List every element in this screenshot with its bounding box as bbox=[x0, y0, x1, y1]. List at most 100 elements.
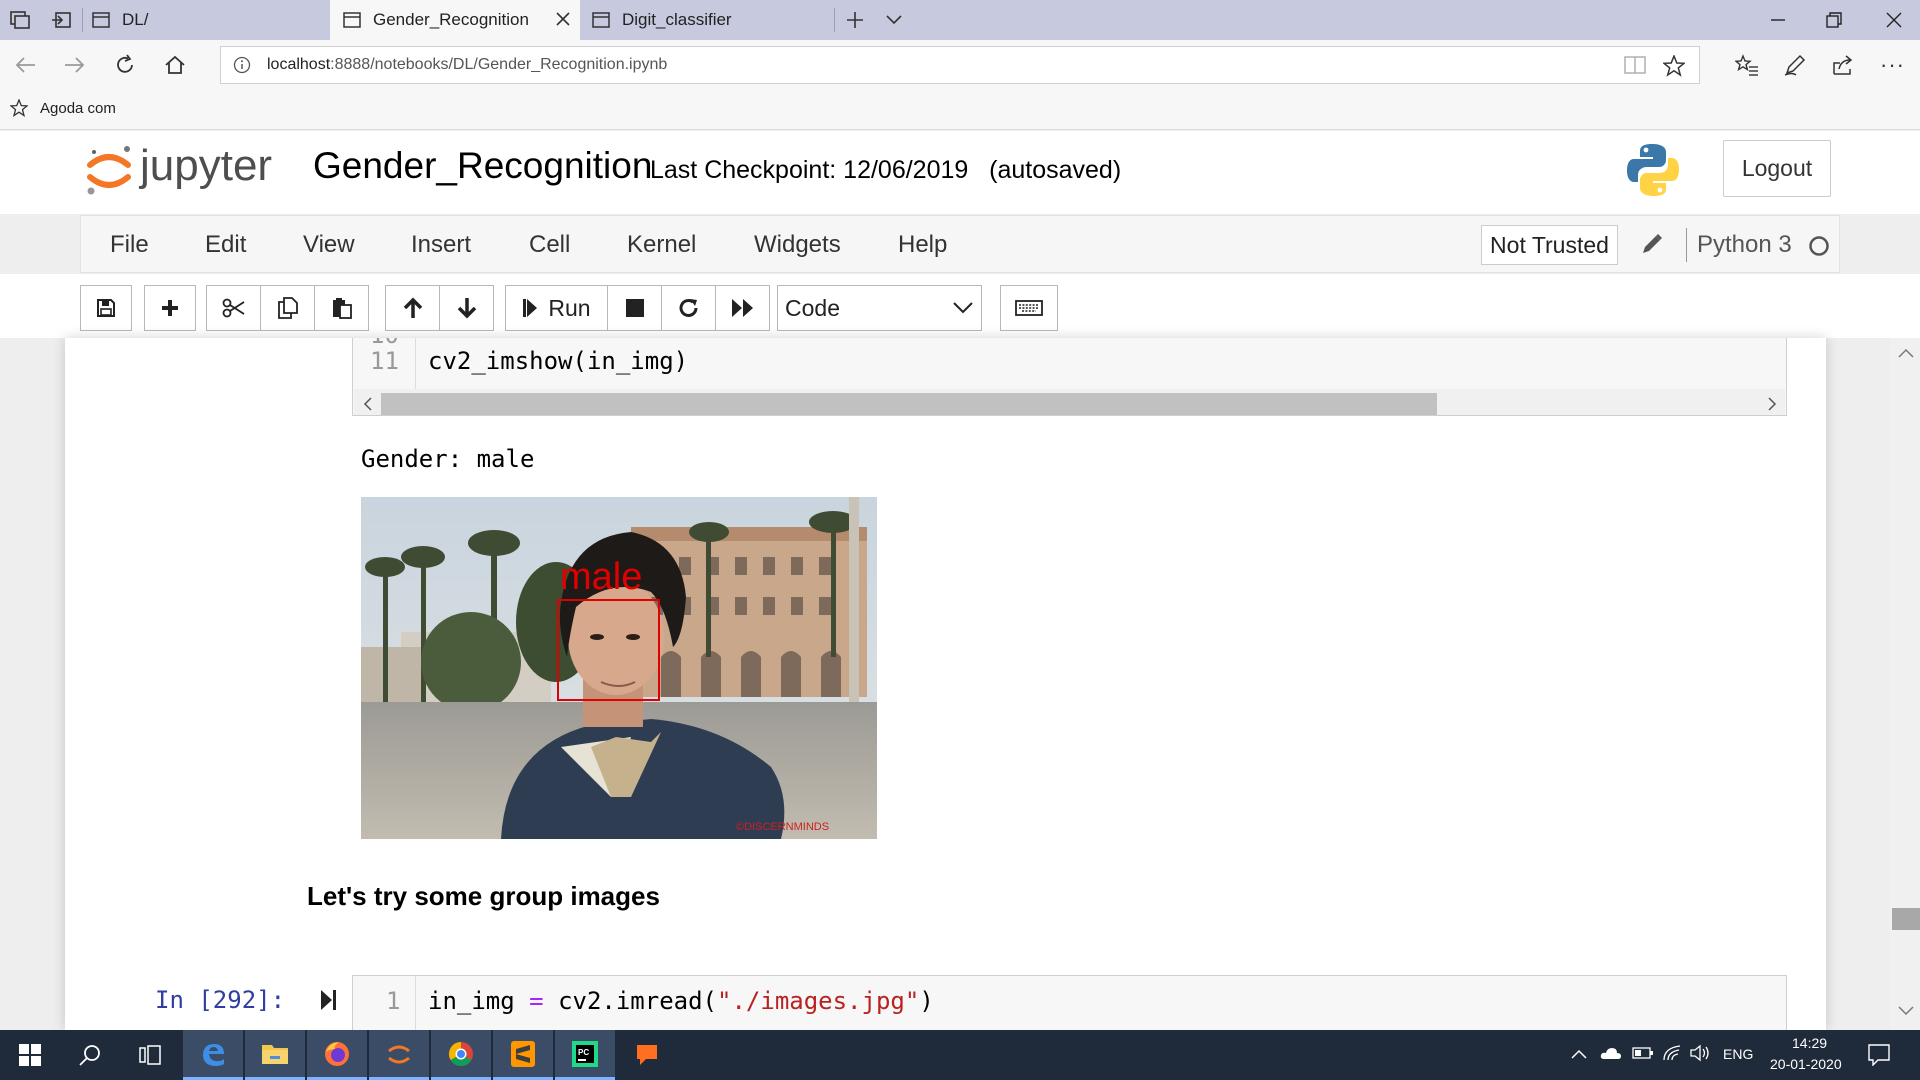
favorite-agoda[interactable]: Agoda com bbox=[10, 99, 116, 117]
image-watermark: ©DISCERNMINDS bbox=[736, 821, 829, 833]
menu-file[interactable]: File bbox=[110, 231, 149, 259]
info-icon[interactable] bbox=[233, 56, 251, 74]
line-number-gutter bbox=[353, 976, 416, 1030]
jupyter-logo[interactable] bbox=[85, 143, 133, 197]
pycharm-icon[interactable]: PC bbox=[555, 1030, 615, 1080]
page-vertical-scrollbar[interactable] bbox=[1890, 338, 1920, 1030]
cell-type-value: Code bbox=[785, 294, 840, 321]
tab-gender-recognition[interactable]: Gender_Recognition bbox=[330, 0, 580, 40]
kernel-name[interactable]: Python 3 bbox=[1697, 231, 1792, 259]
new-tab-icon[interactable] bbox=[846, 11, 864, 29]
battery-icon[interactable] bbox=[1632, 1045, 1654, 1061]
onedrive-icon[interactable] bbox=[1600, 1045, 1622, 1061]
move-down-button[interactable] bbox=[439, 285, 494, 331]
scrollbar-thumb[interactable] bbox=[1892, 908, 1920, 930]
app-icon[interactable] bbox=[617, 1030, 677, 1080]
clock-date[interactable]: 20-01-2020 bbox=[1770, 1056, 1842, 1072]
scroll-up-icon[interactable] bbox=[1898, 348, 1914, 358]
cell-type-select[interactable]: Code bbox=[777, 285, 982, 331]
more-menu-icon[interactable]: ··· bbox=[1880, 52, 1905, 78]
notebook-toolbar: Run Code bbox=[0, 274, 1920, 338]
show-hidden-icons-icon[interactable] bbox=[1571, 1049, 1587, 1059]
menu-edit[interactable]: Edit bbox=[205, 231, 246, 259]
checkpoint-status: Last Checkpoint: 12/06/2019 (autosaved) bbox=[650, 156, 1122, 184]
scrollbar-thumb[interactable] bbox=[381, 393, 1437, 415]
refresh-icon[interactable] bbox=[114, 54, 136, 76]
code-line[interactable]: in_img = cv2.imread("./images.jpg") bbox=[428, 987, 934, 1015]
favorites-hub-icon[interactable] bbox=[1735, 54, 1759, 76]
menu-view[interactable]: View bbox=[303, 231, 355, 259]
line-number: 11 bbox=[370, 347, 399, 375]
logout-button[interactable]: Logout bbox=[1723, 140, 1831, 197]
notebook-title[interactable]: Gender_Recognition bbox=[313, 145, 652, 187]
cut-button[interactable] bbox=[206, 285, 261, 331]
close-window-icon[interactable] bbox=[1886, 12, 1902, 28]
output-text: Gender: male bbox=[361, 445, 535, 473]
back-icon[interactable] bbox=[14, 55, 36, 75]
edge-browser-icon[interactable] bbox=[183, 1030, 243, 1080]
set-aside-tabs-icon[interactable] bbox=[50, 11, 72, 29]
search-icon[interactable] bbox=[60, 1030, 120, 1080]
file-explorer-icon[interactable] bbox=[245, 1030, 305, 1080]
insert-cell-button[interactable] bbox=[144, 285, 196, 331]
restore-icon[interactable] bbox=[1826, 12, 1842, 28]
command-palette-button[interactable] bbox=[1000, 285, 1058, 331]
restart-icon bbox=[678, 297, 700, 319]
copy-button[interactable] bbox=[260, 285, 315, 331]
menu-widgets[interactable]: Widgets bbox=[754, 231, 841, 259]
horizontal-scrollbar[interactable] bbox=[354, 389, 1785, 415]
address-input[interactable]: localhost:8888/notebooks/DL/Gender_Recog… bbox=[220, 46, 1700, 84]
tab-list-chevron-icon[interactable] bbox=[885, 14, 903, 26]
tab-actions-icon[interactable] bbox=[10, 11, 30, 29]
sublime-text-icon[interactable] bbox=[493, 1030, 553, 1080]
scroll-left-icon[interactable] bbox=[363, 397, 373, 411]
wifi-icon[interactable] bbox=[1662, 1044, 1682, 1062]
tab-label: Digit_classifier bbox=[622, 10, 732, 29]
tab-digit-classifier[interactable]: Digit_classifier bbox=[582, 0, 832, 40]
menu-help[interactable]: Help bbox=[898, 231, 947, 259]
home-icon[interactable] bbox=[164, 54, 186, 76]
not-trusted-button[interactable]: Not Trusted bbox=[1481, 225, 1618, 265]
url-text: localhost:8888/notebooks/DL/Gender_Recog… bbox=[267, 56, 668, 73]
action-center-icon[interactable] bbox=[1868, 1044, 1890, 1066]
jupyter-logo-text: jupyter bbox=[140, 141, 273, 190]
restart-run-all-button[interactable] bbox=[715, 285, 770, 331]
svg-text:PC: PC bbox=[578, 1048, 589, 1057]
menu-insert[interactable]: Insert bbox=[411, 231, 471, 259]
code-line[interactable]: cv2_imshow(in_img) bbox=[428, 347, 688, 375]
scissors-icon bbox=[222, 298, 246, 318]
restart-kernel-button[interactable] bbox=[661, 285, 716, 331]
tab-dl[interactable]: DL/ bbox=[88, 0, 328, 40]
share-icon[interactable] bbox=[1832, 54, 1854, 76]
save-button[interactable] bbox=[80, 285, 132, 331]
jupyter-taskbar-icon[interactable] bbox=[369, 1030, 429, 1080]
minimize-icon[interactable] bbox=[1770, 12, 1786, 28]
chrome-icon[interactable] bbox=[431, 1030, 491, 1080]
forward-icon[interactable] bbox=[64, 55, 86, 75]
clock-time[interactable]: 14:29 bbox=[1792, 1035, 1827, 1051]
interrupt-kernel-button[interactable] bbox=[607, 285, 662, 331]
move-up-button[interactable] bbox=[385, 285, 440, 331]
run-cell-icon[interactable] bbox=[320, 989, 338, 1011]
menu-kernel[interactable]: Kernel bbox=[627, 231, 696, 259]
firefox-icon[interactable] bbox=[307, 1030, 367, 1080]
run-label: Run bbox=[548, 294, 591, 321]
page-icon bbox=[343, 12, 361, 28]
language-indicator[interactable]: ENG bbox=[1723, 1046, 1753, 1062]
windows-start-icon[interactable] bbox=[0, 1030, 60, 1080]
paste-button[interactable] bbox=[314, 285, 369, 331]
scroll-right-icon[interactable] bbox=[1767, 397, 1777, 411]
code-cell[interactable]: 1 in_img = cv2.imread("./images.jpg") bbox=[352, 975, 1787, 1030]
close-tab-icon[interactable] bbox=[555, 11, 571, 27]
favorite-star-icon[interactable] bbox=[1663, 55, 1685, 77]
task-view-icon[interactable] bbox=[120, 1030, 180, 1080]
scroll-down-icon[interactable] bbox=[1898, 1006, 1914, 1016]
keyboard-icon bbox=[1015, 300, 1043, 316]
edit-pencil-icon[interactable] bbox=[1641, 233, 1663, 255]
run-button[interactable]: Run bbox=[505, 285, 608, 331]
reading-view-icon[interactable] bbox=[1624, 56, 1646, 74]
volume-icon[interactable] bbox=[1690, 1044, 1712, 1062]
menu-cell[interactable]: Cell bbox=[529, 231, 570, 259]
code-cell[interactable]: 10 11 cv2_imshow(in_img) bbox=[352, 338, 1787, 416]
pen-notes-icon[interactable] bbox=[1784, 54, 1806, 76]
